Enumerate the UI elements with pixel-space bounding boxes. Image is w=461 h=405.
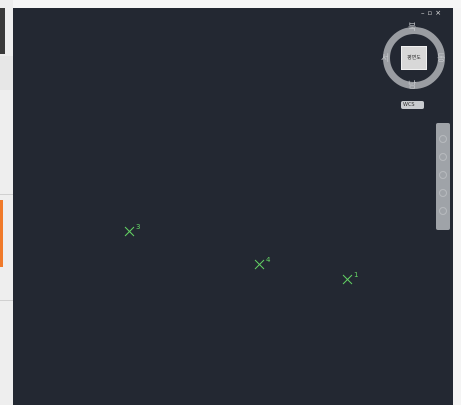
left-panel-gray-block: [0, 56, 13, 90]
showmotion-icon[interactable]: [439, 207, 447, 215]
full-navigation-wheel-icon[interactable]: [439, 135, 447, 143]
viewcube[interactable]: 북 남 서 동 평면도 WCS: [372, 20, 454, 118]
point-label: 1: [354, 271, 359, 279]
left-panel-divider: [0, 300, 13, 301]
wcs-dropdown[interactable]: WCS: [401, 101, 424, 109]
minimize-button[interactable]: –: [421, 9, 425, 17]
compass-north[interactable]: 북: [408, 23, 416, 33]
cross-marker-icon: [254, 259, 265, 270]
left-panel-dark-block: [0, 8, 5, 54]
compass-south[interactable]: 남: [408, 81, 416, 91]
close-button[interactable]: ×: [435, 9, 441, 17]
left-panel-strip: [0, 0, 13, 405]
point-marker[interactable]: 3: [124, 223, 150, 240]
navigation-bar: [436, 123, 450, 230]
top-band: [13, 0, 461, 8]
point-label: 3: [136, 223, 141, 231]
point-marker[interactable]: 4: [254, 256, 280, 273]
cross-marker-icon: [342, 274, 353, 285]
cross-marker-icon: [124, 226, 135, 237]
left-panel-divider: [0, 194, 13, 195]
viewport-window-controls: – ▫ ×: [421, 9, 441, 17]
pan-icon[interactable]: [439, 153, 447, 161]
compass-west[interactable]: 서: [381, 54, 389, 64]
point-label: 4: [266, 256, 271, 264]
viewcube-top-face[interactable]: 평면도: [401, 46, 427, 70]
point-marker[interactable]: 1: [342, 271, 368, 288]
restore-button[interactable]: ▫: [428, 9, 433, 17]
compass-east[interactable]: 동: [437, 54, 445, 64]
right-edge: [453, 8, 461, 405]
orbit-icon[interactable]: [439, 189, 447, 197]
zoom-icon[interactable]: [439, 171, 447, 179]
left-panel-orange-accent[interactable]: [0, 200, 3, 267]
